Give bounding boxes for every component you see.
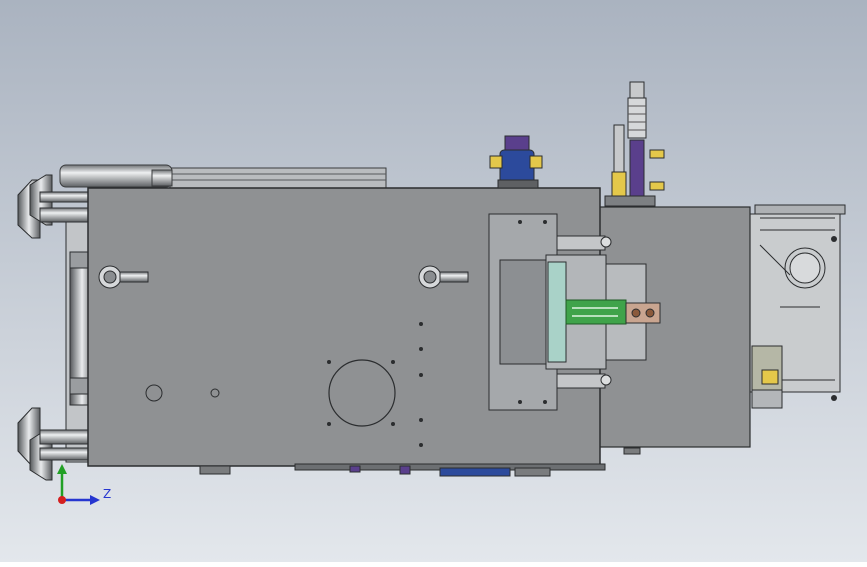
- z-axis-label: Z: [103, 487, 111, 501]
- cad-model-view[interactable]: Z: [0, 0, 867, 562]
- top-guide-rail: [59, 164, 387, 189]
- cad-viewport[interactable]: Z: [0, 0, 867, 562]
